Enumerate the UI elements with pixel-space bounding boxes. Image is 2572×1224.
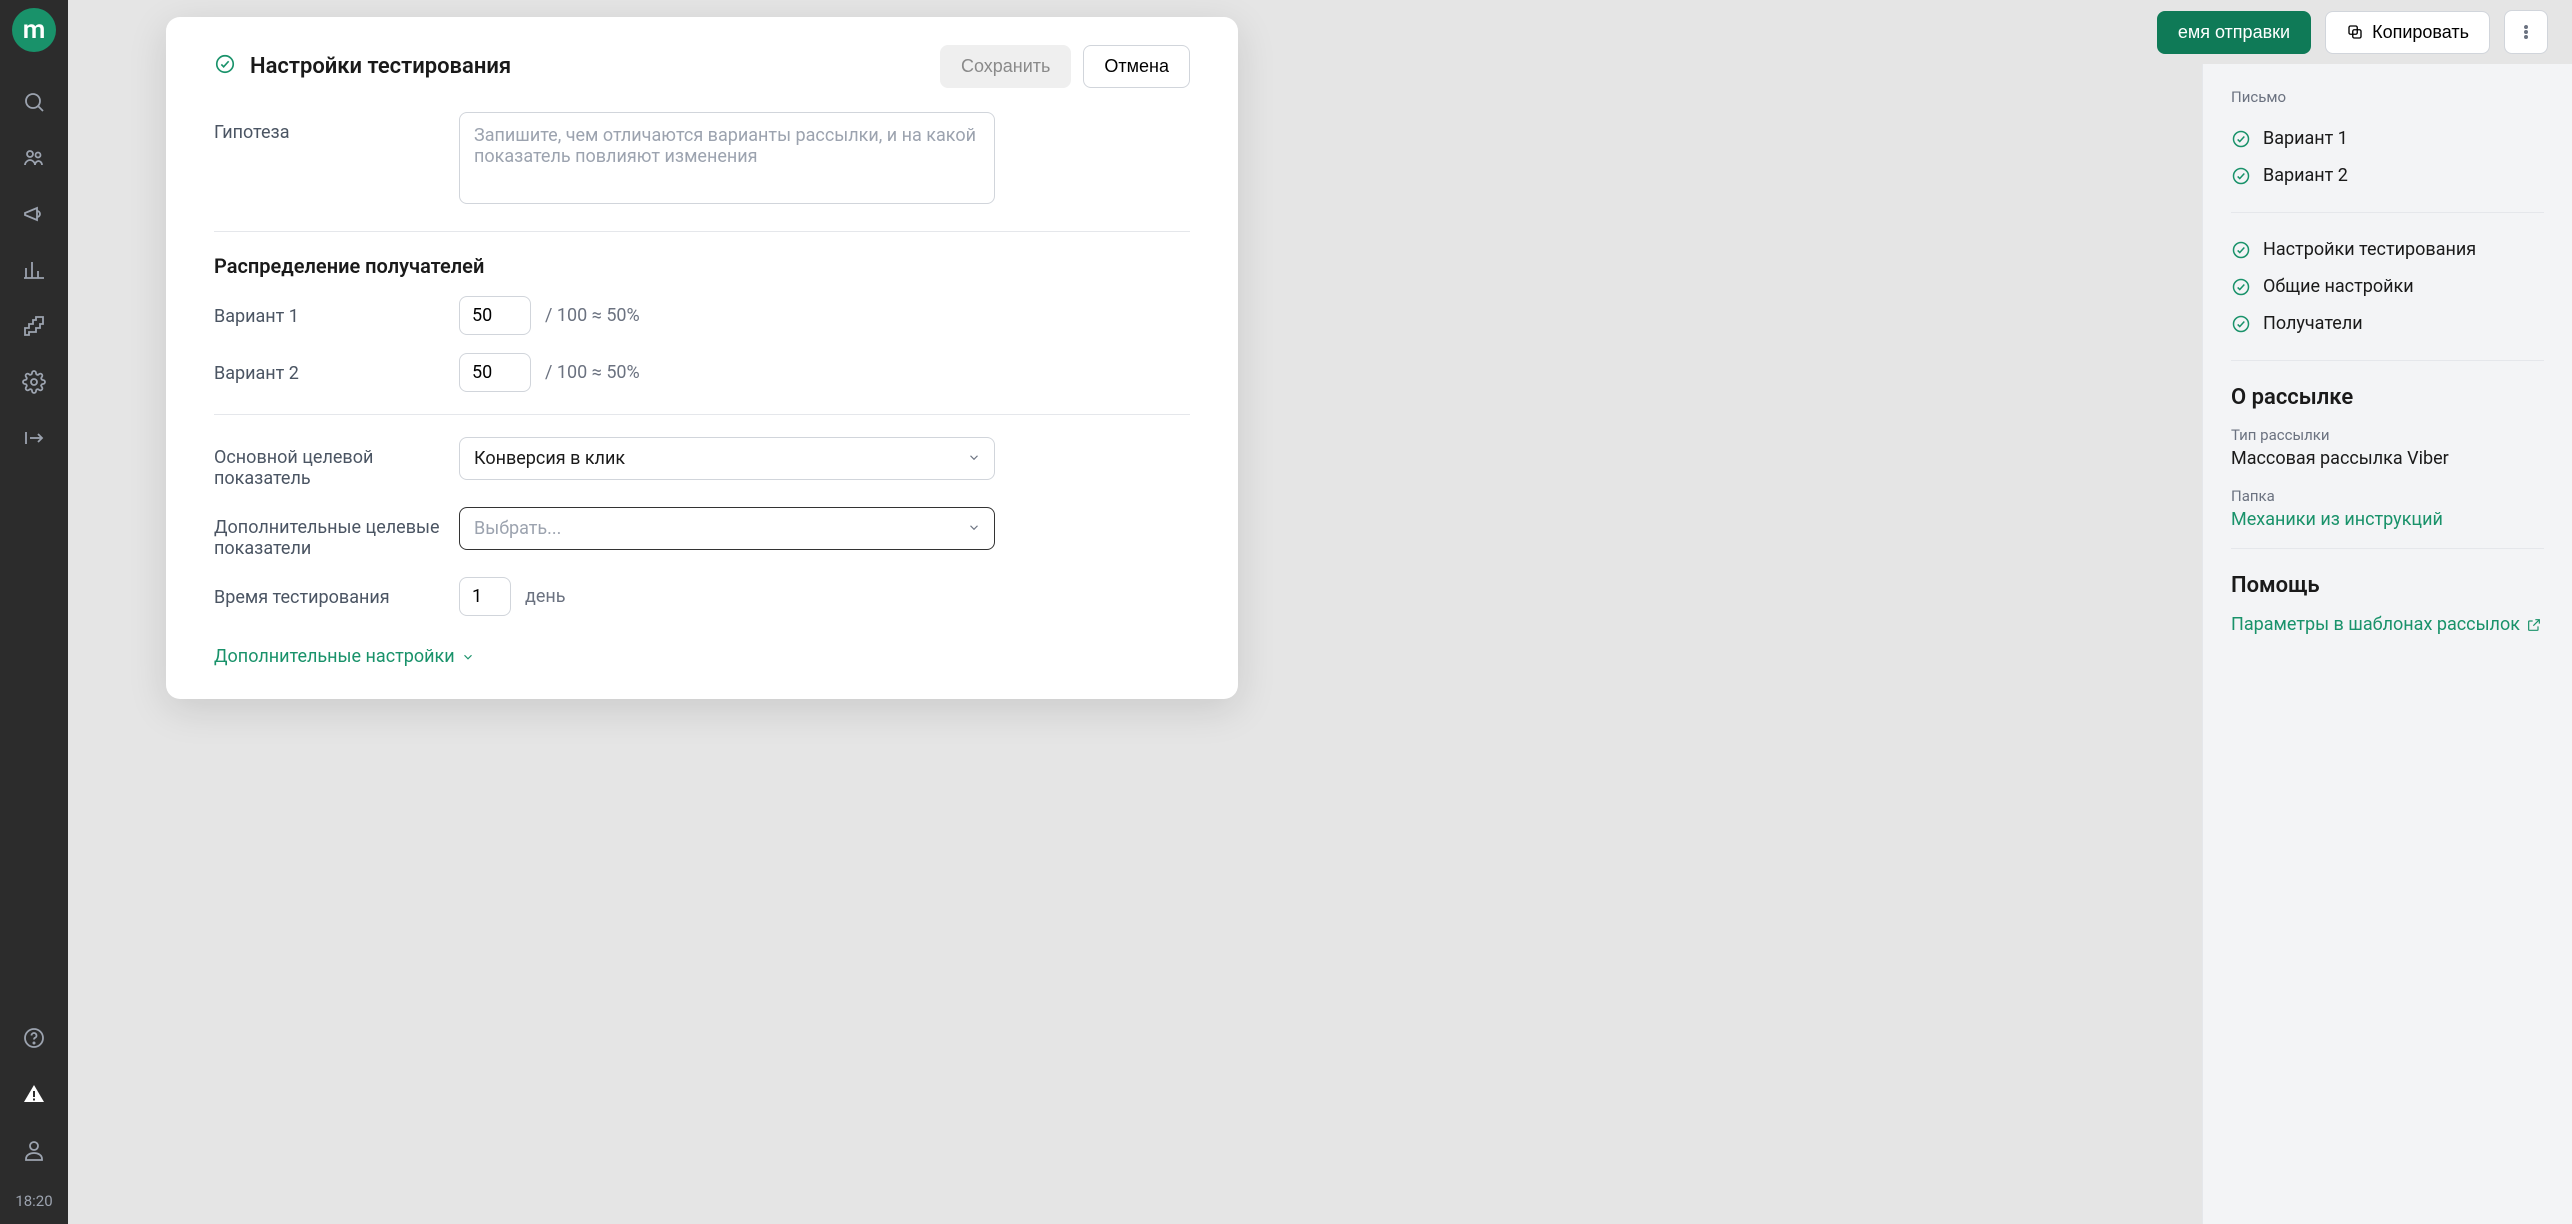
check-circle-icon [2231,314,2251,334]
nav-integrations-icon[interactable] [12,304,56,348]
chevron-down-icon [461,650,475,664]
rp-item-label: Вариант 1 [2263,128,2348,149]
rp-type-label: Тип рассылки [2231,426,2544,444]
dots-vertical-icon [2516,22,2536,42]
divider [214,414,1190,415]
check-circle-icon [2231,166,2251,186]
save-button[interactable]: Сохранить [940,45,1071,88]
test-settings-modal: Настройки тестирования Сохранить Отмена … [166,17,1238,699]
external-link-icon [2526,617,2542,633]
test-time-label: Время тестирования [214,577,459,608]
rp-item-variant1[interactable]: Вариант 1 [2231,120,2544,157]
rail-clock: 18:20 [15,1184,52,1216]
variant2-label: Вариант 2 [214,353,459,384]
rp-type-value: Массовая рассылка Viber [2231,448,2544,469]
nav-customers-icon[interactable] [12,136,56,180]
rp-item-label: Вариант 2 [2263,165,2348,186]
rp-folder-label: Папка [2231,487,2544,505]
hypothesis-textarea[interactable] [459,112,995,204]
divider [2231,212,2544,213]
divider [2231,360,2544,361]
copy-icon [2346,23,2364,41]
check-circle-icon [214,53,236,80]
check-circle-icon [2231,277,2251,297]
distribution-heading: Распределение получателей [214,254,1190,278]
variant2-input[interactable] [459,353,531,392]
rp-item-label: Настройки тестирования [2263,239,2476,260]
rp-folder-link-text: Механики из инструкций [2231,509,2443,530]
rp-item-general-settings[interactable]: Общие настройки [2231,268,2544,305]
more-menu-button[interactable] [2504,10,2548,54]
nav-analytics-icon[interactable] [12,248,56,292]
rp-item-label: Общие настройки [2263,276,2414,297]
send-time-label: емя отправки [2178,22,2290,43]
rp-help-title: Помощь [2231,573,2544,598]
test-time-input[interactable] [459,577,511,616]
primary-metric-label: Основной целевой показатель [214,437,459,489]
rp-folder-link[interactable]: Механики из инструкций [2231,509,2544,530]
send-time-button[interactable]: емя отправки [2157,11,2311,54]
right-panel: Письмо Вариант 1 Вариант 2 Настройки тес… [2202,64,2572,1224]
rp-item-recipients[interactable]: Получатели [2231,305,2544,342]
advanced-settings-label: Дополнительные настройки [214,646,455,667]
app-logo[interactable]: m [12,8,56,52]
copy-label: Копировать [2372,22,2469,43]
rp-help-link-text: Параметры в шаблонах рассылок [2231,614,2520,635]
test-time-unit: день [525,586,566,607]
rp-heading-letter: Письмо [2231,88,2544,106]
nav-exit-icon[interactable] [12,416,56,460]
rp-item-variant2[interactable]: Вариант 2 [2231,157,2544,194]
primary-metric-select[interactable]: Конверсия в клик [459,437,995,480]
variant1-input[interactable] [459,296,531,335]
modal-title: Настройки тестирования [250,54,511,79]
check-circle-icon [2231,129,2251,149]
nav-help-icon[interactable] [12,1016,56,1060]
rp-item-label: Получатели [2263,313,2363,334]
copy-button[interactable]: Копировать [2325,11,2490,54]
rp-item-test-settings[interactable]: Настройки тестирования [2231,231,2544,268]
check-circle-icon [2231,240,2251,260]
additional-metrics-label: Дополнительные целевые показатели [214,507,459,559]
variant2-hint: / 100 ≈ 50% [545,362,640,383]
nav-campaigns-icon[interactable] [12,192,56,236]
nav-profile-icon[interactable] [12,1128,56,1172]
advanced-settings-toggle[interactable]: Дополнительные настройки [214,646,475,667]
divider [214,231,1190,232]
additional-metrics-select[interactable]: Выбрать... [459,507,995,550]
nav-alert-icon[interactable] [12,1072,56,1116]
rp-about-title: О рассылке [2231,385,2544,410]
variant1-label: Вариант 1 [214,296,459,327]
variant1-hint: / 100 ≈ 50% [545,305,640,326]
nav-settings-icon[interactable] [12,360,56,404]
cancel-button[interactable]: Отмена [1083,45,1190,88]
nav-search-icon[interactable] [12,80,56,124]
hypothesis-label: Гипотеза [214,112,459,143]
rp-help-link[interactable]: Параметры в шаблонах рассылок [2231,614,2544,635]
divider [2231,548,2544,549]
